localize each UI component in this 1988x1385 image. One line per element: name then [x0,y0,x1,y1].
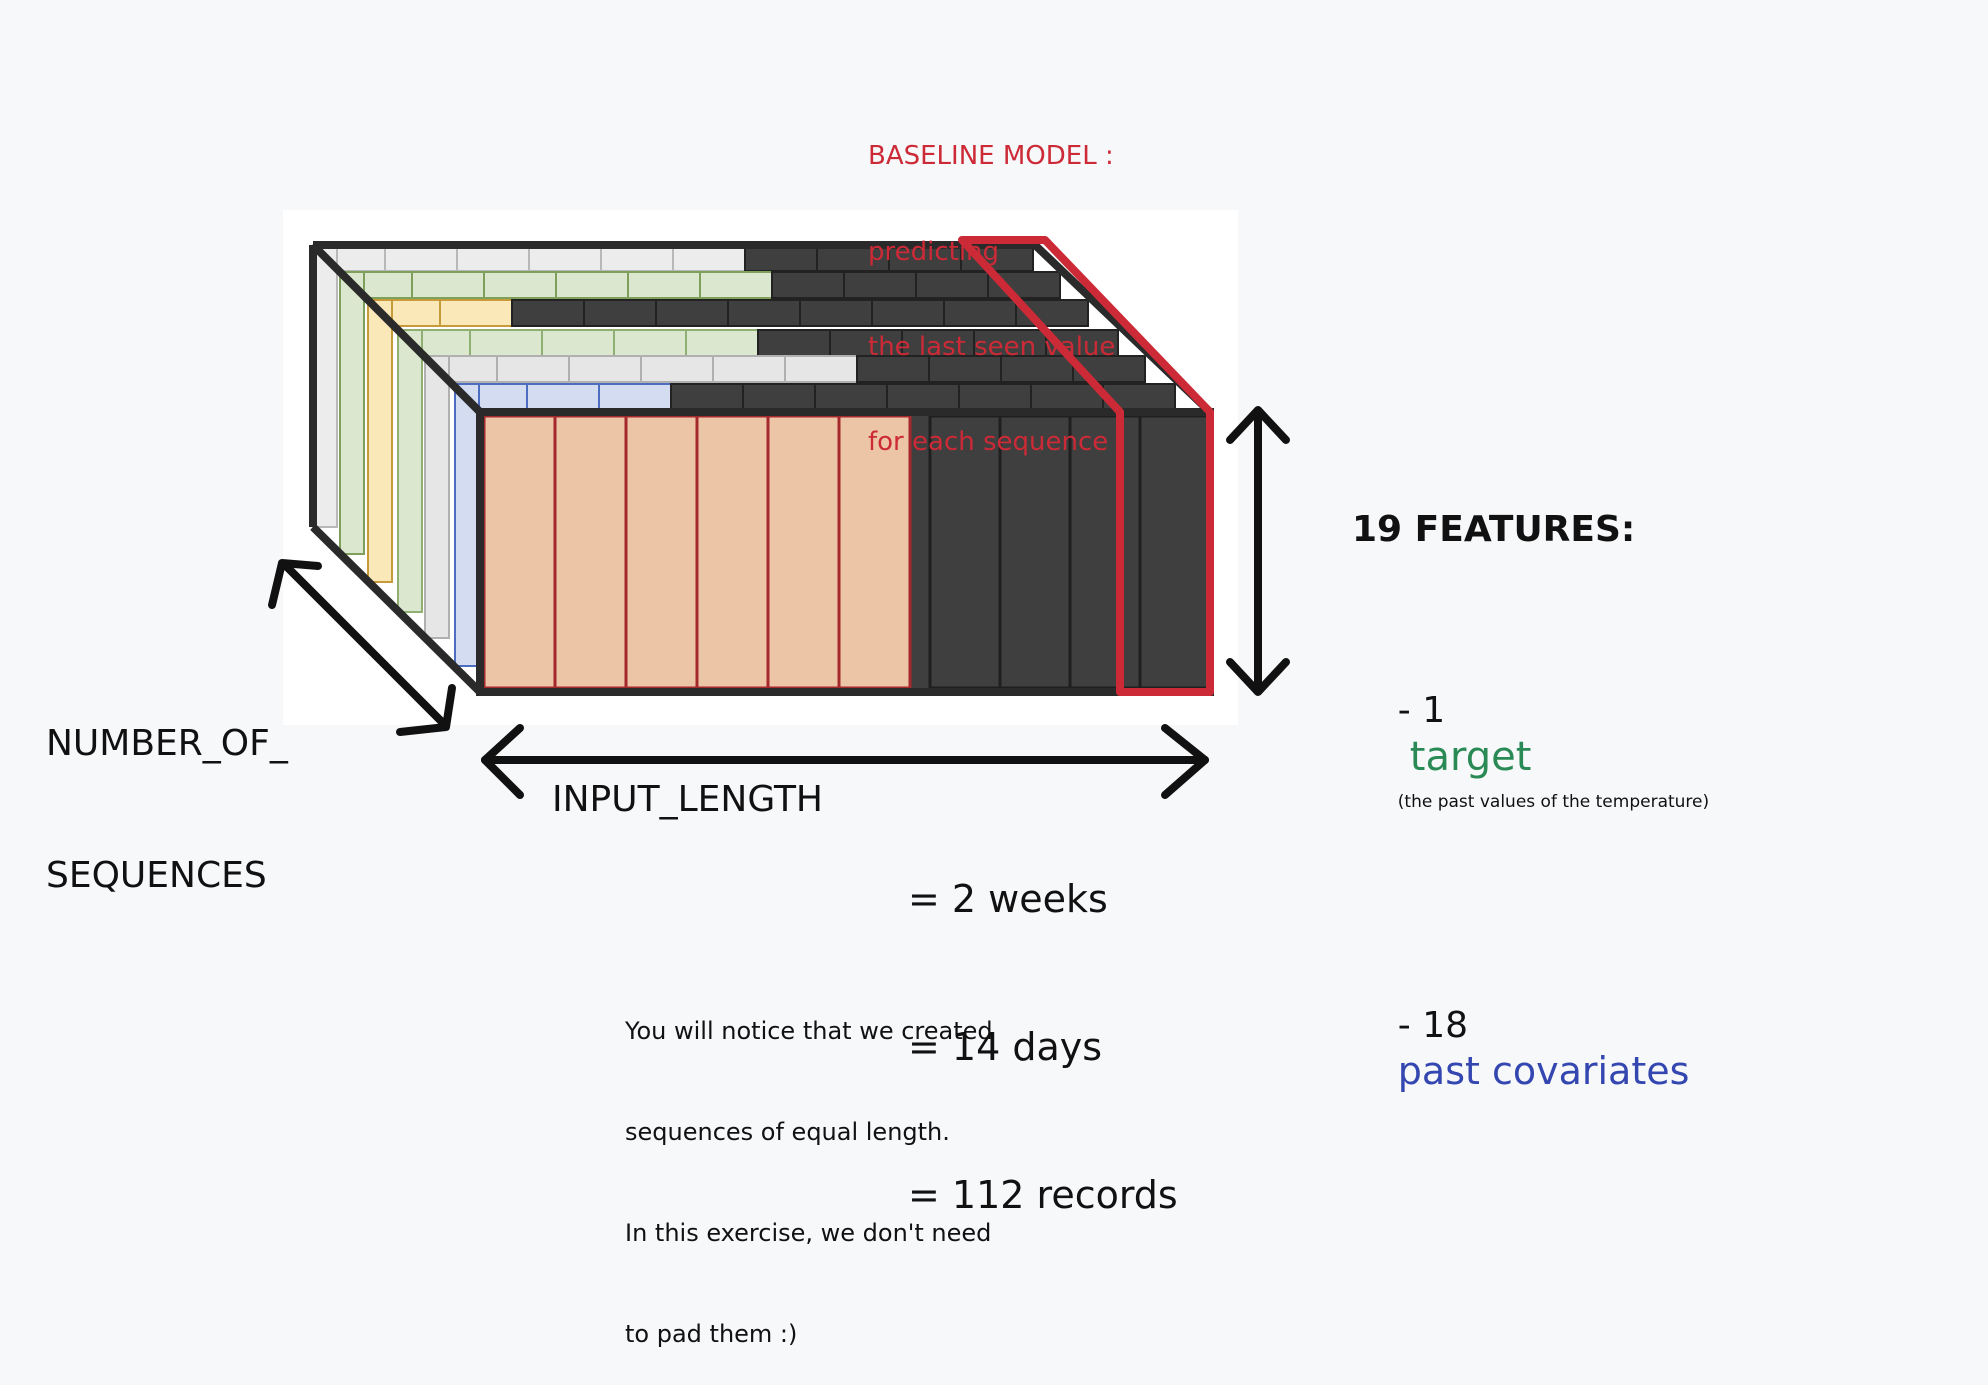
covariate-cell [555,271,629,299]
target-cell [695,414,770,690]
covariate-cell [784,355,858,383]
features-legend: 19 FEATURES: - 1 target (the past values… [1352,420,1709,1182]
covariate-cell [568,355,642,383]
layer-side [454,383,480,667]
note-line-4: to pad them :) [625,1319,798,1348]
sequences-line-2: SEQUENCES [46,854,267,896]
covariate-cell [627,271,701,299]
covariate-cell [598,383,672,411]
covariate-cell [699,271,773,299]
baseline-line-2: predicting [868,236,1000,267]
covariate-cell [496,355,570,383]
covariate-cell [685,329,759,357]
past-cell [742,383,816,411]
covariate-cell [712,355,786,383]
covariate-cell [469,329,543,357]
input-length-label: INPUT_LENGTH [552,779,824,820]
past-cell [799,299,873,327]
past-cell [670,383,744,411]
baseline-line-3: the last seen value [868,331,1116,362]
layer-side [397,329,423,613]
past-cell [1138,414,1212,690]
covariate-cell [541,329,615,357]
covariate-cell [411,271,485,299]
features-target-row: - 1 target (the past values of the tempe… [1352,646,1709,870]
target-cell [553,414,628,690]
covariate-cell [439,299,513,327]
equal-length-note: You will notice that we created sequence… [625,948,993,1385]
past-cell [727,299,801,327]
target-cell [766,414,841,690]
note-line-2: sequences of equal length. [625,1117,950,1146]
note-line-3: In this exercise, we don't need [625,1218,992,1247]
note-line-1: You will notice that we created [625,1017,993,1046]
covariate-cell [640,355,714,383]
past-cell [511,299,585,327]
features-covariates-row: - 18 past covariates [1352,960,1709,1139]
features-title: 19 FEATURES: [1352,508,1636,550]
target-cell [624,414,699,690]
past-cell [771,271,845,299]
past-cell [655,299,729,327]
covariate-cell [613,329,687,357]
past-cell [757,329,831,357]
past-cell [583,299,657,327]
target-note: (the past values of the temperature) [1397,792,1710,813]
baseline-line-4: for each sequence [868,426,1109,457]
layer-side [367,299,393,583]
baseline-line-1: BASELINE MODEL : [868,141,1114,172]
covariates-prefix: - 18 [1397,1004,1469,1046]
features-arrow [1226,406,1290,696]
target-prefix: - 1 [1397,690,1446,732]
covariate-cell [526,383,600,411]
baseline-annotation: BASELINE MODEL : predicting the last see… [868,78,1115,490]
sequences-line-1: NUMBER_OF_ [46,722,288,764]
covariate-cell [483,271,557,299]
target-label: target [1409,734,1532,781]
input-length-eq-1: = 2 weeks [908,876,1108,921]
number-of-sequences-label: NUMBER_OF_ SEQUENCES [46,634,288,941]
target-cell [482,414,557,690]
layer-side [339,271,365,555]
covariates-label: past covariates [1397,1048,1690,1093]
layer-side [424,355,450,639]
